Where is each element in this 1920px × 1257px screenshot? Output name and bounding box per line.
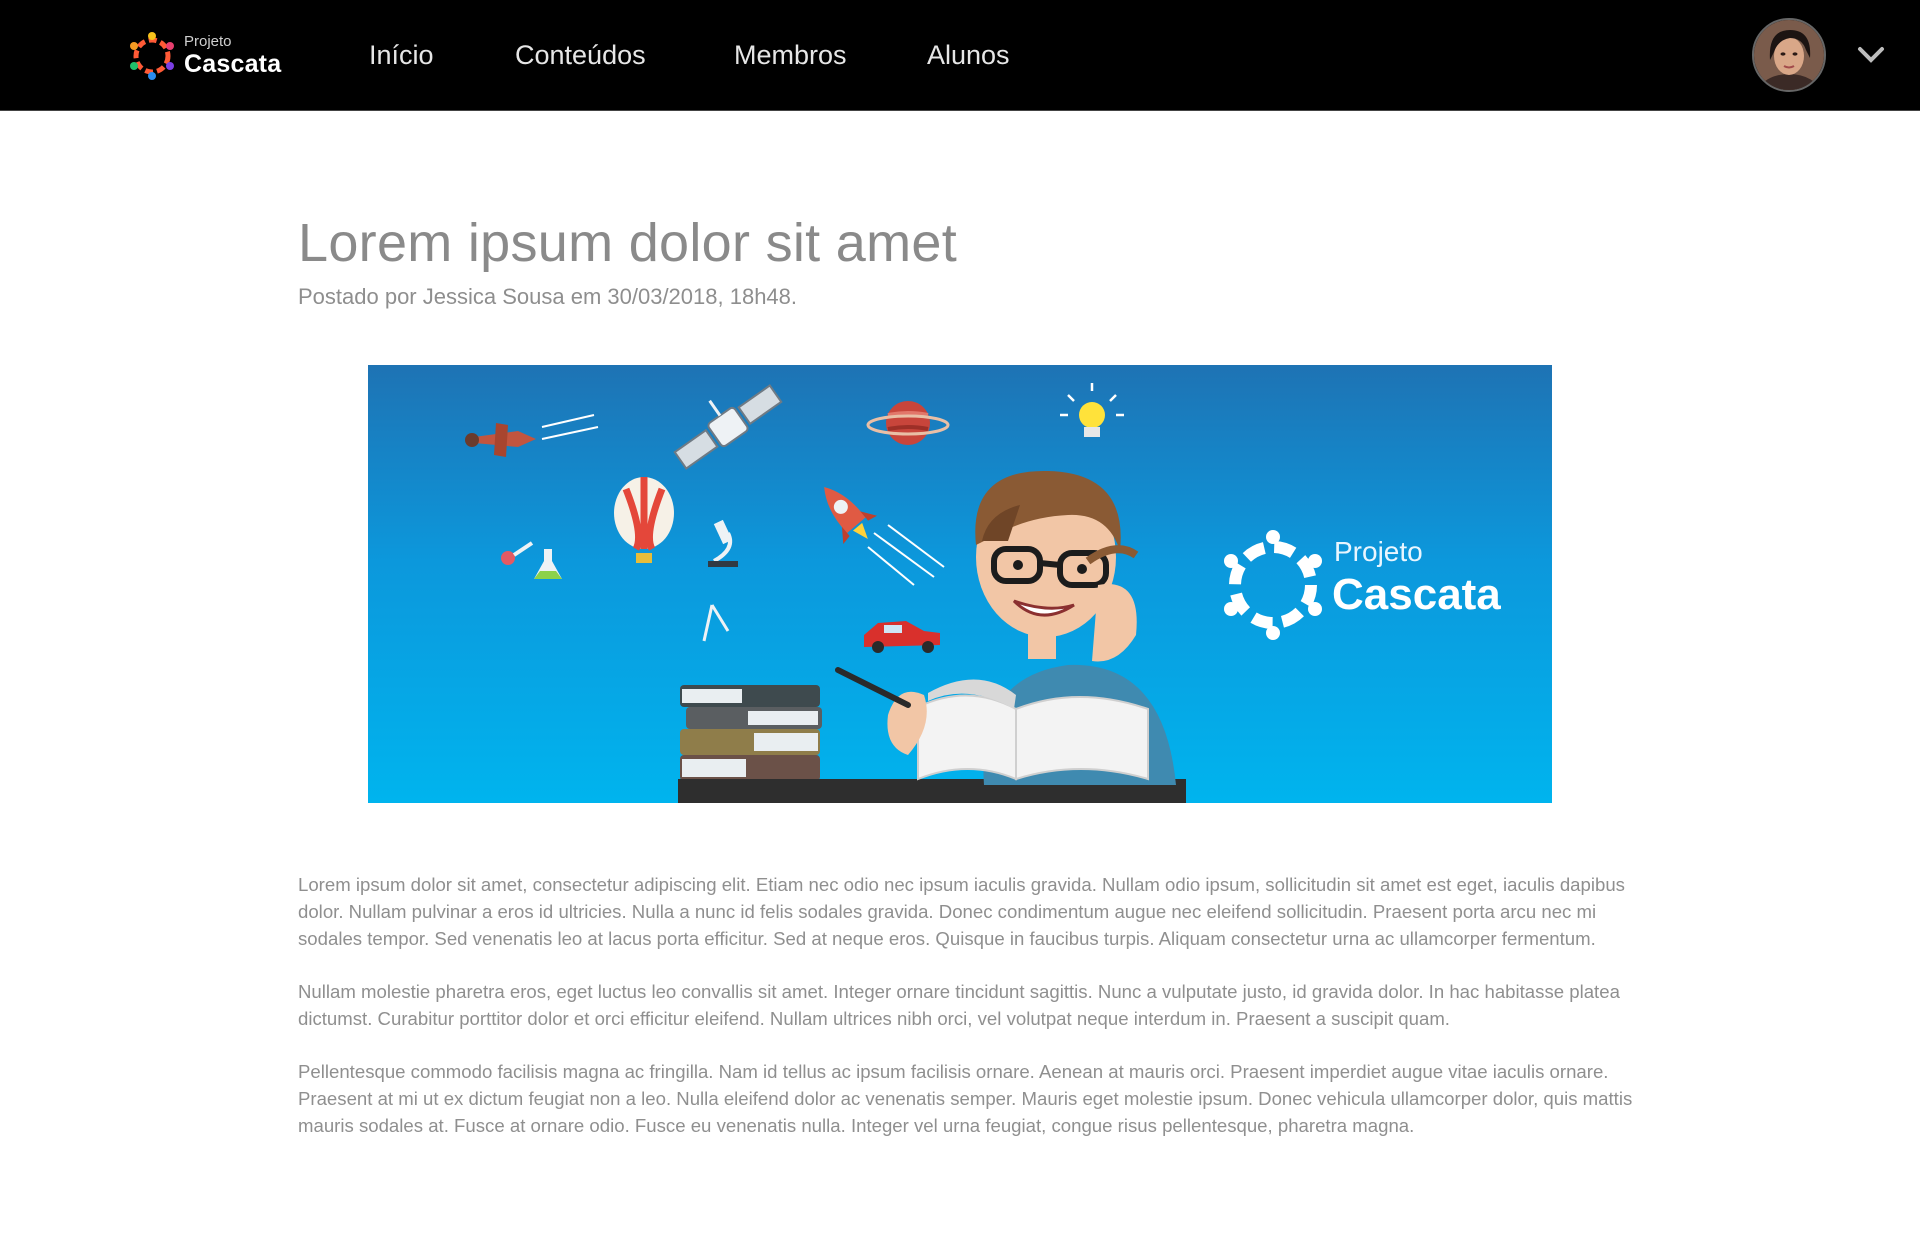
banner-brand-big: Cascata <box>1332 570 1501 619</box>
article-paragraph: Nullam molestie pharetra eros, eget luct… <box>298 981 1620 1029</box>
brand-big-text: Cascata <box>184 50 282 78</box>
brand-logo[interactable]: Projeto Cascata <box>126 28 286 84</box>
nav-item-membros[interactable]: Membros <box>734 40 847 71</box>
nav-item-inicio[interactable]: Início <box>369 40 434 71</box>
user-avatar[interactable] <box>1752 18 1826 92</box>
chevron-down-icon[interactable] <box>1856 44 1886 66</box>
article-banner-image: Projeto Cascata <box>368 365 1552 803</box>
article-body: Lorem ipsum dolor sit amet, consectetur … <box>298 871 1664 1165</box>
nav-item-conteudos[interactable]: Conteúdos <box>515 40 646 71</box>
nav-item-alunos[interactable]: Alunos <box>927 40 1010 71</box>
top-navigation-bar: Projeto Cascata Início Conteúdos Membros… <box>0 0 1920 111</box>
user-photo <box>1754 20 1824 90</box>
article-paragraph: Pellentesque commodo facilisis magna ac … <box>298 1061 1633 1136</box>
brand-small-text: Projeto <box>184 33 232 50</box>
article-paragraph: Lorem ipsum dolor sit amet, consectetur … <box>298 874 1625 949</box>
article-title: Lorem ipsum dolor sit amet <box>298 213 958 273</box>
article-byline: Postado por Jessica Sousa em 30/03/2018,… <box>298 284 798 309</box>
banner-brand-small: Projeto <box>1334 536 1423 567</box>
books-stack-icon <box>680 685 822 781</box>
cascata-logo-icon <box>130 32 174 80</box>
